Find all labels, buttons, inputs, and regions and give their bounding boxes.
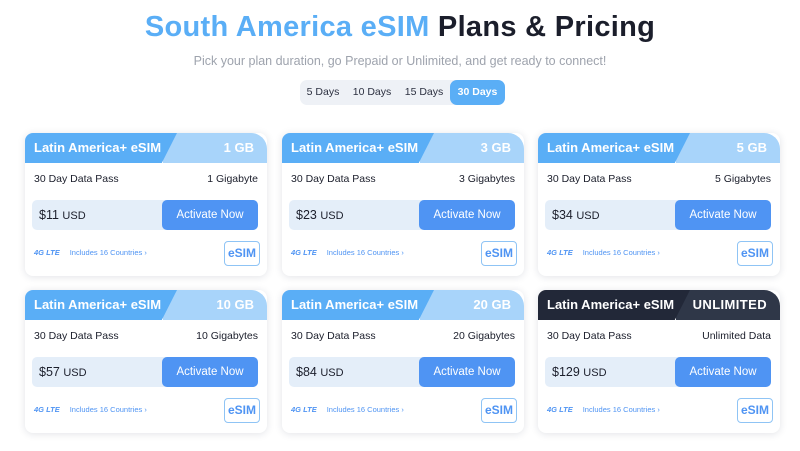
tab-5-days[interactable]: 5 Days	[300, 80, 346, 105]
price-currency: USD	[62, 210, 86, 222]
page-subtitle: Pick your plan duration, go Prepaid or U…	[193, 54, 607, 68]
activate-now-button[interactable]: Activate Now	[419, 357, 515, 387]
countries-link[interactable]: Includes 16 Countries ›	[327, 248, 404, 257]
price-box: $84 USD Activate Now	[289, 357, 515, 387]
plan-price: $11 USD	[39, 200, 86, 231]
plan-size: UNLIMITED	[676, 290, 780, 320]
plan-pass: 30 Day Data Pass	[547, 330, 632, 342]
page-title: South America eSIM Plans & Pricing	[0, 11, 800, 44]
plan-card-3gb: 3 GB Latin America+ eSIM 30 Day Data Pas…	[282, 133, 524, 276]
countries-link[interactable]: Includes 16 Countries ›	[70, 248, 147, 257]
plan-amount: Unlimited Data	[702, 330, 771, 342]
price-currency: USD	[63, 367, 87, 379]
plan-pass: 30 Day Data Pass	[291, 173, 376, 185]
plan-header: 3 GB Latin America+ eSIM	[282, 133, 524, 163]
activate-now-button[interactable]: Activate Now	[419, 200, 515, 230]
esim-badge-icon: eSIM	[224, 241, 260, 266]
plan-size: 20 GB	[420, 290, 524, 320]
price-value: $11	[39, 208, 59, 222]
plan-name: Latin America+ eSIM	[282, 133, 434, 163]
plan-name: Latin America+ eSIM	[282, 290, 434, 320]
price-box: $23 USD Activate Now	[289, 200, 515, 230]
activate-now-button[interactable]: Activate Now	[162, 357, 258, 387]
title-rest: Plans & Pricing	[437, 11, 656, 43]
countries-link[interactable]: Includes 16 Countries ›	[327, 405, 404, 414]
price-value: $129	[552, 365, 580, 379]
price-currency: USD	[576, 210, 600, 222]
countries-link[interactable]: Includes 16 Countries ›	[70, 405, 147, 414]
network-label: 4G LTE	[547, 248, 573, 257]
plan-size: 3 GB	[420, 133, 524, 163]
price-box: $129 USD Activate Now	[545, 357, 771, 387]
plan-header: 1 GB Latin America+ eSIM	[25, 133, 267, 163]
plan-header: UNLIMITED Latin America+ eSIM	[538, 290, 780, 320]
plan-amount: 1 Gigabyte	[207, 173, 258, 185]
plan-card-20gb: 20 GB Latin America+ eSIM 30 Day Data Pa…	[282, 290, 524, 433]
price-box: $57 USD Activate Now	[32, 357, 258, 387]
countries-link[interactable]: Includes 16 Countries ›	[583, 405, 660, 414]
plan-price: $129 USD	[552, 357, 607, 388]
activate-now-button[interactable]: Activate Now	[675, 200, 771, 230]
price-value: $57	[39, 365, 60, 379]
plan-card-1gb: 1 GB Latin America+ eSIM 30 Day Data Pas…	[25, 133, 267, 276]
title-accent: South America eSIM	[144, 11, 430, 43]
esim-badge-icon: eSIM	[481, 241, 517, 266]
esim-badge-icon: eSIM	[737, 398, 773, 423]
plan-header: 10 GB Latin America+ eSIM	[25, 290, 267, 320]
plan-name: Latin America+ eSIM	[25, 290, 177, 320]
plan-pass: 30 Day Data Pass	[547, 173, 632, 185]
esim-badge-icon: eSIM	[481, 398, 517, 423]
plan-price: $23 USD	[296, 200, 344, 231]
plan-pass: 30 Day Data Pass	[291, 330, 376, 342]
network-label: 4G LTE	[34, 248, 60, 257]
network-label: 4G LTE	[291, 248, 317, 257]
plan-size: 10 GB	[163, 290, 267, 320]
duration-tabs: 5 Days 10 Days 15 Days 30 Days	[300, 80, 505, 105]
plan-amount: 5 Gigabytes	[714, 173, 771, 185]
plan-price: $34 USD	[552, 200, 600, 231]
plan-price: $57 USD	[39, 357, 87, 388]
esim-badge-icon: eSIM	[224, 398, 260, 423]
plan-pass: 30 Day Data Pass	[34, 173, 119, 185]
plan-card-5gb: 5 GB Latin America+ eSIM 30 Day Data Pas…	[538, 133, 780, 276]
esim-badge-icon: eSIM	[737, 241, 773, 266]
plan-header: 5 GB Latin America+ eSIM	[538, 133, 780, 163]
plan-name: Latin America+ eSIM	[538, 290, 690, 320]
price-currency: USD	[320, 210, 344, 222]
plan-amount: 3 Gigabytes	[458, 173, 515, 185]
plan-size: 1 GB	[163, 133, 267, 163]
price-box: $34 USD Activate Now	[545, 200, 771, 230]
plan-price: $84 USD	[296, 357, 344, 388]
network-label: 4G LTE	[291, 405, 317, 414]
tab-10-days[interactable]: 10 Days	[346, 80, 398, 105]
price-currency: USD	[320, 367, 344, 379]
plan-name: Latin America+ eSIM	[25, 133, 177, 163]
price-value: $34	[552, 208, 573, 222]
activate-now-button[interactable]: Activate Now	[675, 357, 771, 387]
plan-amount: 10 Gigabytes	[196, 330, 258, 342]
countries-link[interactable]: Includes 16 Countries ›	[583, 248, 660, 257]
plan-size: 5 GB	[676, 133, 780, 163]
plan-card-unlimited: UNLIMITED Latin America+ eSIM 30 Day Dat…	[538, 290, 780, 433]
network-label: 4G LTE	[34, 405, 60, 414]
tab-30-days[interactable]: 30 Days	[450, 80, 505, 105]
tab-15-days[interactable]: 15 Days	[398, 80, 450, 105]
activate-now-button[interactable]: Activate Now	[162, 200, 258, 230]
price-value: $84	[296, 365, 317, 379]
plan-card-10gb: 10 GB Latin America+ eSIM 30 Day Data Pa…	[25, 290, 267, 433]
network-label: 4G LTE	[547, 405, 573, 414]
plan-pass: 30 Day Data Pass	[34, 330, 119, 342]
plan-amount: 20 Gigabytes	[453, 330, 515, 342]
plan-name: Latin America+ eSIM	[538, 133, 690, 163]
plan-header: 20 GB Latin America+ eSIM	[282, 290, 524, 320]
price-currency: USD	[583, 367, 607, 379]
price-value: $23	[296, 208, 317, 222]
price-box: $11 USD Activate Now	[32, 200, 258, 230]
